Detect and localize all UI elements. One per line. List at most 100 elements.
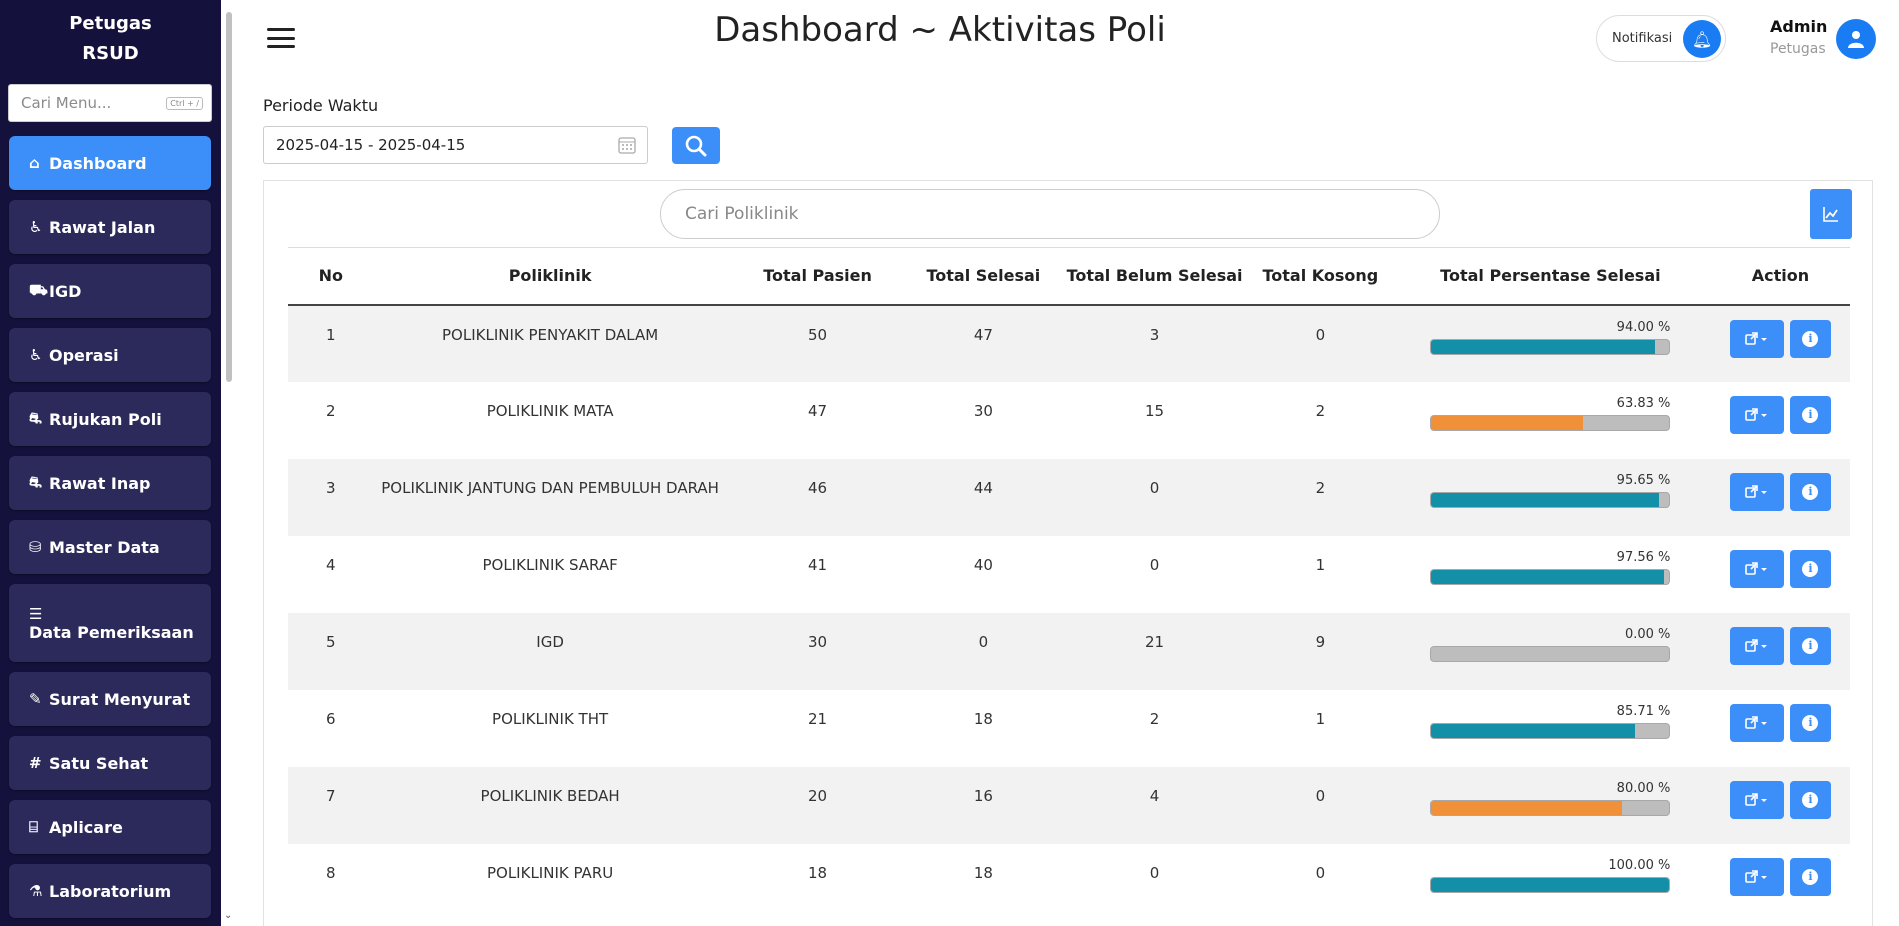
cell-action: i xyxy=(1711,305,1850,382)
external-link-icon xyxy=(1745,407,1767,421)
cell-kosong: 2 xyxy=(1315,478,1326,497)
info-button[interactable]: i xyxy=(1789,857,1831,896)
sidebar-item-surat-menyurat[interactable]: ✎ Surat Menyurat xyxy=(9,672,211,726)
row-actions: i xyxy=(1711,780,1850,819)
open-dropdown-button[interactable] xyxy=(1729,472,1784,511)
sidebar-item-operasi[interactable]: ♿ Operasi xyxy=(9,328,211,382)
column-header: No xyxy=(288,247,374,306)
sidebar-item-aplicare[interactable]: ⌸ Aplicare xyxy=(9,800,211,854)
open-dropdown-button[interactable] xyxy=(1729,857,1784,896)
menu-search-input[interactable] xyxy=(21,94,161,112)
flask-icon: ⚗ xyxy=(29,882,43,900)
cell-action: i xyxy=(1711,536,1850,613)
search-button[interactable] xyxy=(672,127,720,164)
menu-search-box[interactable]: Ctrl + / xyxy=(8,84,212,122)
chart-toggle-button[interactable] xyxy=(1810,189,1852,239)
info-button[interactable]: i xyxy=(1789,703,1831,742)
poli-activity-card: Cari Poliklinik No Poliklinik Total Pasien… xyxy=(263,180,1873,926)
user-avatar-icon[interactable] xyxy=(1836,19,1876,59)
cell-selesai: 0 xyxy=(978,632,989,651)
sidebar-item-label: Operasi xyxy=(49,345,119,365)
open-dropdown-button[interactable] xyxy=(1729,780,1784,819)
home-icon: ⌂ xyxy=(29,154,40,172)
cell-selesai: 16 xyxy=(973,786,993,805)
cell-poli: POLIKLINIK SARAF xyxy=(482,555,618,574)
cell-percentage: 95.65 % xyxy=(1390,459,1711,536)
info-button[interactable]: i xyxy=(1789,319,1831,358)
open-dropdown-button[interactable] xyxy=(1729,319,1784,358)
bell-icon[interactable]: 🔔︎ xyxy=(1683,20,1721,58)
calendar-icon[interactable] xyxy=(617,135,637,160)
cell-percentage: 80.00 % xyxy=(1390,767,1711,844)
bed-icon: ⛐ xyxy=(29,409,42,427)
hash-icon: # xyxy=(29,754,42,772)
cell-belum: 0 xyxy=(1149,863,1160,882)
scrollbar-thumb[interactable] xyxy=(226,12,232,382)
info-button[interactable]: i xyxy=(1789,395,1831,434)
sidebar-item-rawat-inap[interactable]: ⛐ Rawat Inap xyxy=(9,456,211,510)
info-button[interactable]: i xyxy=(1789,626,1831,665)
progress-bar xyxy=(1430,491,1671,508)
user-name: Admin xyxy=(1770,17,1828,36)
cell-percentage: 63.83 % xyxy=(1390,382,1711,459)
sidebar-item-label: Rawat Inap xyxy=(49,473,151,493)
column-header: Action xyxy=(1710,247,1850,306)
cell-poli: POLIKLINIK PARU xyxy=(486,863,614,882)
cell-poli: POLIKLINIK PENYAKIT DALAM xyxy=(442,325,659,344)
sidebar-item-satu-sehat[interactable]: # Satu Sehat xyxy=(9,736,211,790)
cell-pasien: 20 xyxy=(808,786,828,805)
date-range-input[interactable]: 2025-04-15 - 2025-04-15 xyxy=(263,126,648,164)
percentage-label: 0.00 % xyxy=(1624,626,1671,642)
external-link-icon xyxy=(1745,715,1767,729)
external-link-icon xyxy=(1745,484,1767,498)
table-row: 5 IGD 30 0 21 9 0.00 % i xyxy=(288,612,1850,690)
info-button[interactable]: i xyxy=(1789,780,1831,819)
open-dropdown-button[interactable] xyxy=(1729,549,1784,588)
cell-pasien: 46 xyxy=(808,478,828,497)
sidebar-item-igd[interactable]: ⛟ IGD xyxy=(9,264,211,318)
notification-button[interactable]: Notifikasi 🔔︎ xyxy=(1596,15,1726,62)
hamburger-line xyxy=(267,36,295,40)
progress-fill xyxy=(1431,415,1584,430)
cell-action: i xyxy=(1711,844,1850,921)
info-icon: i xyxy=(1802,637,1819,654)
progress-bar xyxy=(1430,414,1671,431)
cell-percentage: 94.00 % xyxy=(1390,305,1711,382)
scroll-down-icon[interactable]: ⌄ xyxy=(224,910,232,921)
info-button[interactable]: i xyxy=(1789,472,1831,511)
sidebar-item-laboratorium[interactable]: ⚗ Laboratorium xyxy=(9,864,211,918)
info-button[interactable]: i xyxy=(1789,549,1831,588)
sidebar-item-master-data[interactable]: ⛁ Master Data xyxy=(9,520,211,574)
column-header: Total Persentase Selesai xyxy=(1389,247,1711,306)
sidebar-item-label: Data Pemeriksaan xyxy=(29,622,194,642)
user-role: Petugas xyxy=(1770,41,1826,57)
user-profile[interactable]: Admin Petugas xyxy=(1770,15,1885,65)
cell-poli: IGD xyxy=(536,632,564,651)
date-range-value: 2025-04-15 - 2025-04-15 xyxy=(276,136,466,154)
sidebar-item-data-pemeriksaan[interactable]: ☰ Data Pemeriksaan xyxy=(9,584,211,662)
hamburger-menu-button[interactable] xyxy=(267,28,295,48)
sidebar-item-dashboard[interactable]: ⌂ Dashboard xyxy=(9,136,211,190)
sidebar-item-rujukan-poli[interactable]: ⛐ Rujukan Poli xyxy=(9,392,211,446)
cell-percentage: 97.56 % xyxy=(1390,536,1711,613)
cell-no: 5 xyxy=(326,632,336,651)
row-actions: i xyxy=(1711,626,1850,665)
sidebar-scrollbar[interactable]: ⌄ xyxy=(224,0,234,926)
brand-line-1: Petugas xyxy=(69,13,152,34)
cell-percentage: 100.00 % xyxy=(1390,844,1711,921)
open-dropdown-button[interactable] xyxy=(1729,395,1784,434)
poli-search-input[interactable]: Cari Poliklinik xyxy=(660,189,1440,239)
sidebar-item-label: Master Data xyxy=(49,537,160,557)
open-dropdown-button[interactable] xyxy=(1729,703,1784,742)
sidebar-item-label: Rawat Jalan xyxy=(49,217,156,237)
progress-fill xyxy=(1431,877,1670,892)
column-header: Total Belum Selesai xyxy=(1058,247,1251,306)
cell-kosong: 0 xyxy=(1315,863,1326,882)
ambulance-icon: ⛟ xyxy=(29,281,48,299)
table-row: 2 POLIKLINIK MATA 47 30 15 2 63.83 % i xyxy=(288,381,1850,459)
sidebar-item-label: Laboratorium xyxy=(49,881,172,901)
cell-selesai: 40 xyxy=(973,555,993,574)
cell-belum: 0 xyxy=(1149,478,1160,497)
open-dropdown-button[interactable] xyxy=(1729,626,1784,665)
sidebar-item-rawat-jalan[interactable]: ♿ Rawat Jalan xyxy=(9,200,211,254)
